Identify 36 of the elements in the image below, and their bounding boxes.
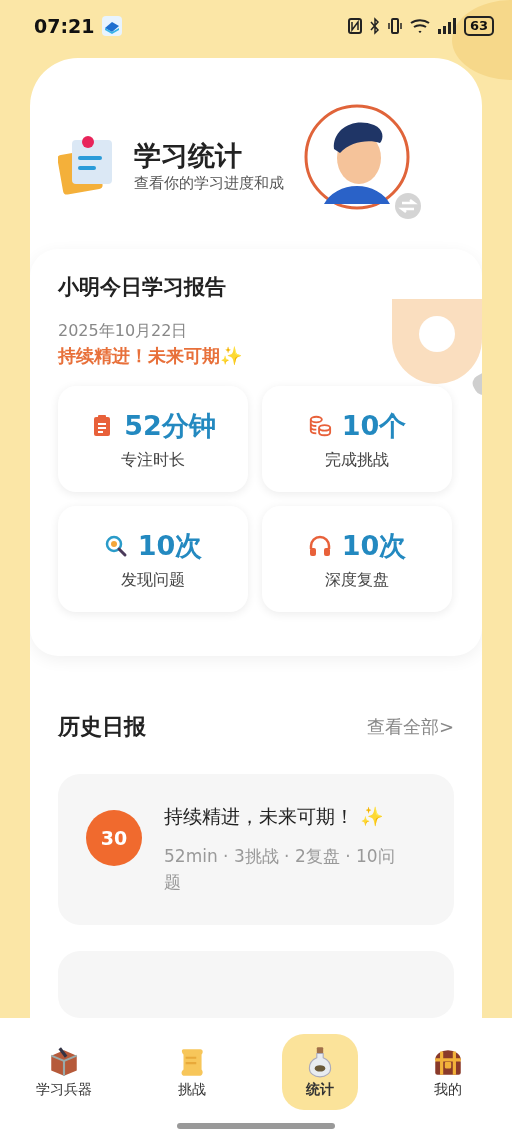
headphones-icon [307,533,332,558]
view-all-link[interactable]: 查看全部> [366,715,454,740]
status-time: 07:21 [34,15,95,37]
nav-tab[interactable]: 我的 [410,1034,486,1110]
nfc-icon [347,17,362,35]
bluetooth-icon [369,17,380,35]
app-icon [102,16,123,36]
avatar-figure[interactable] [304,104,410,210]
stat-value: 52分钟 [124,408,216,443]
report-date: 2025年10月22日 [58,321,189,343]
stat-label: 专注时长 [121,449,185,471]
signal-icon [437,17,456,35]
battery-level: 63 [463,16,494,36]
day-badge: 30 [86,810,142,867]
history-card[interactable]: 30 持续精进，未来可期！ ✨ 52min · 3挑战 · 2复盘 · 10问题 [58,774,454,926]
page-subtitle: 查看你的学习进度和成 [134,174,284,194]
stat-label: 发现问题 [121,569,185,591]
stat-label: 完成挑战 [325,449,389,471]
report-motto: 持续精进！未来可期✨ [58,344,243,369]
entry-meta: 52min · 3挑战 · 2复盘 · 10问题 [164,845,396,894]
wifi-icon [409,17,430,35]
coins-icon [307,413,332,438]
stat-label: 深度复盘 [325,569,389,591]
swap-icon[interactable] [394,192,422,220]
stat-value: 10次 [137,528,203,563]
section-title: 历史日报 [58,713,146,742]
stat-value: 10次 [341,528,407,563]
nav-tab[interactable]: 学习兵器 [26,1034,102,1110]
stat-value: 10个 [341,408,407,443]
nav-tab[interactable]: 统计 [282,1034,358,1110]
report-title: 小明今日学习报告 [58,274,227,302]
nav-tab[interactable]: 挑战 [154,1034,230,1110]
page-title: 学习统计 [134,139,243,174]
vibrate-icon [387,17,402,35]
magnifier-icon [103,533,128,558]
entry-title: 持续精进，未来可期！ ✨ [164,804,386,830]
